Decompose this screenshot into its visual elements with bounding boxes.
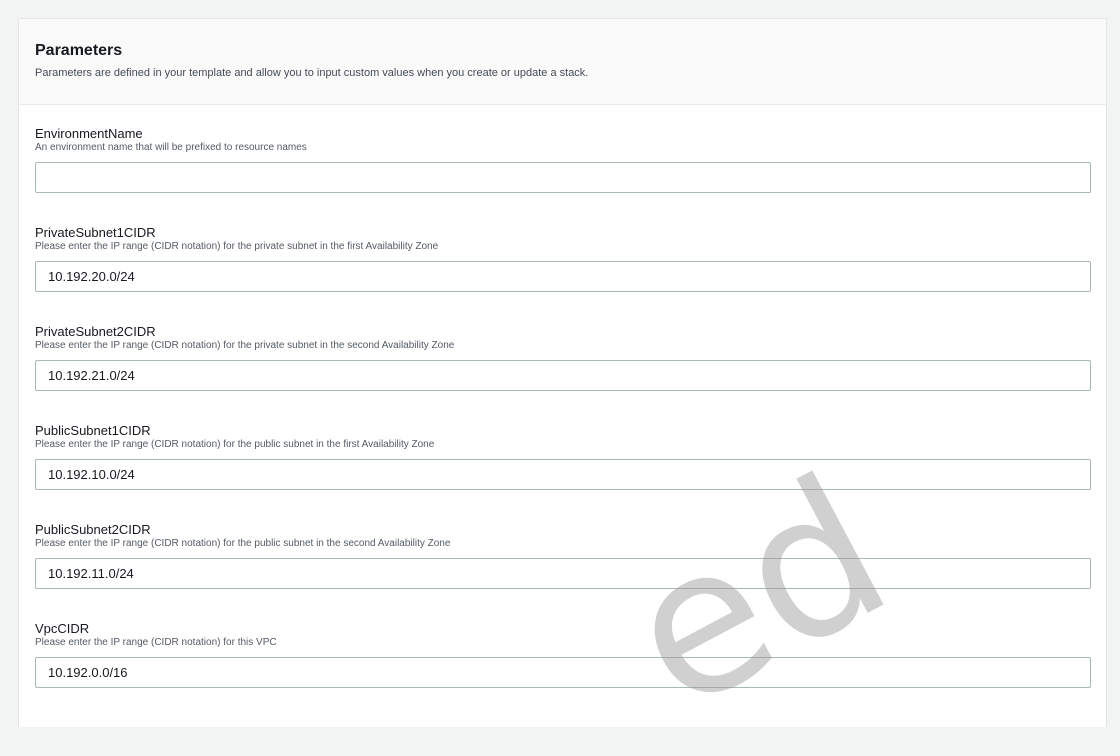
field-label: PublicSubnet1CIDR bbox=[35, 423, 151, 438]
parameters-field-list: EnvironmentName An environment name that… bbox=[19, 105, 1106, 720]
parameters-panel: Parameters Parameters are defined in you… bbox=[18, 18, 1107, 727]
field-private-subnet1-cidr: PrivateSubnet1CIDR Please enter the IP r… bbox=[35, 225, 1091, 324]
public-subnet2-cidr-input[interactable] bbox=[35, 558, 1091, 589]
field-hint: Please enter the IP range (CIDR notation… bbox=[35, 241, 439, 252]
field-private-subnet2-cidr: PrivateSubnet2CIDR Please enter the IP r… bbox=[35, 324, 1091, 423]
field-hint: Please enter the IP range (CIDR notation… bbox=[35, 538, 451, 549]
field-environment-name: EnvironmentName An environment name that… bbox=[35, 126, 1091, 225]
field-label: PrivateSubnet1CIDR bbox=[35, 225, 156, 240]
field-hint: Please enter the IP range (CIDR notation… bbox=[35, 340, 455, 351]
field-label: EnvironmentName bbox=[35, 126, 143, 141]
vpc-cidr-input[interactable] bbox=[35, 657, 1091, 688]
field-label: VpcCIDR bbox=[35, 621, 90, 636]
parameters-description: Parameters are defined in your template … bbox=[35, 67, 589, 79]
field-public-subnet1-cidr: PublicSubnet1CIDR Please enter the IP ra… bbox=[35, 423, 1091, 522]
private-subnet1-cidr-input[interactable] bbox=[35, 261, 1091, 292]
field-hint: An environment name that will be prefixe… bbox=[35, 142, 307, 153]
parameters-title: Parameters bbox=[35, 42, 123, 59]
field-hint: Please enter the IP range (CIDR notation… bbox=[35, 439, 435, 450]
field-label: PublicSubnet2CIDR bbox=[35, 522, 151, 537]
field-public-subnet2-cidr: PublicSubnet2CIDR Please enter the IP ra… bbox=[35, 522, 1091, 621]
private-subnet2-cidr-input[interactable] bbox=[35, 360, 1091, 391]
field-hint: Please enter the IP range (CIDR notation… bbox=[35, 637, 277, 648]
parameters-header: Parameters Parameters are defined in you… bbox=[19, 19, 1106, 105]
public-subnet1-cidr-input[interactable] bbox=[35, 459, 1091, 490]
field-label: PrivateSubnet2CIDR bbox=[35, 324, 156, 339]
environment-name-input[interactable] bbox=[35, 162, 1091, 193]
field-vpc-cidr: VpcCIDR Please enter the IP range (CIDR … bbox=[35, 621, 1091, 720]
